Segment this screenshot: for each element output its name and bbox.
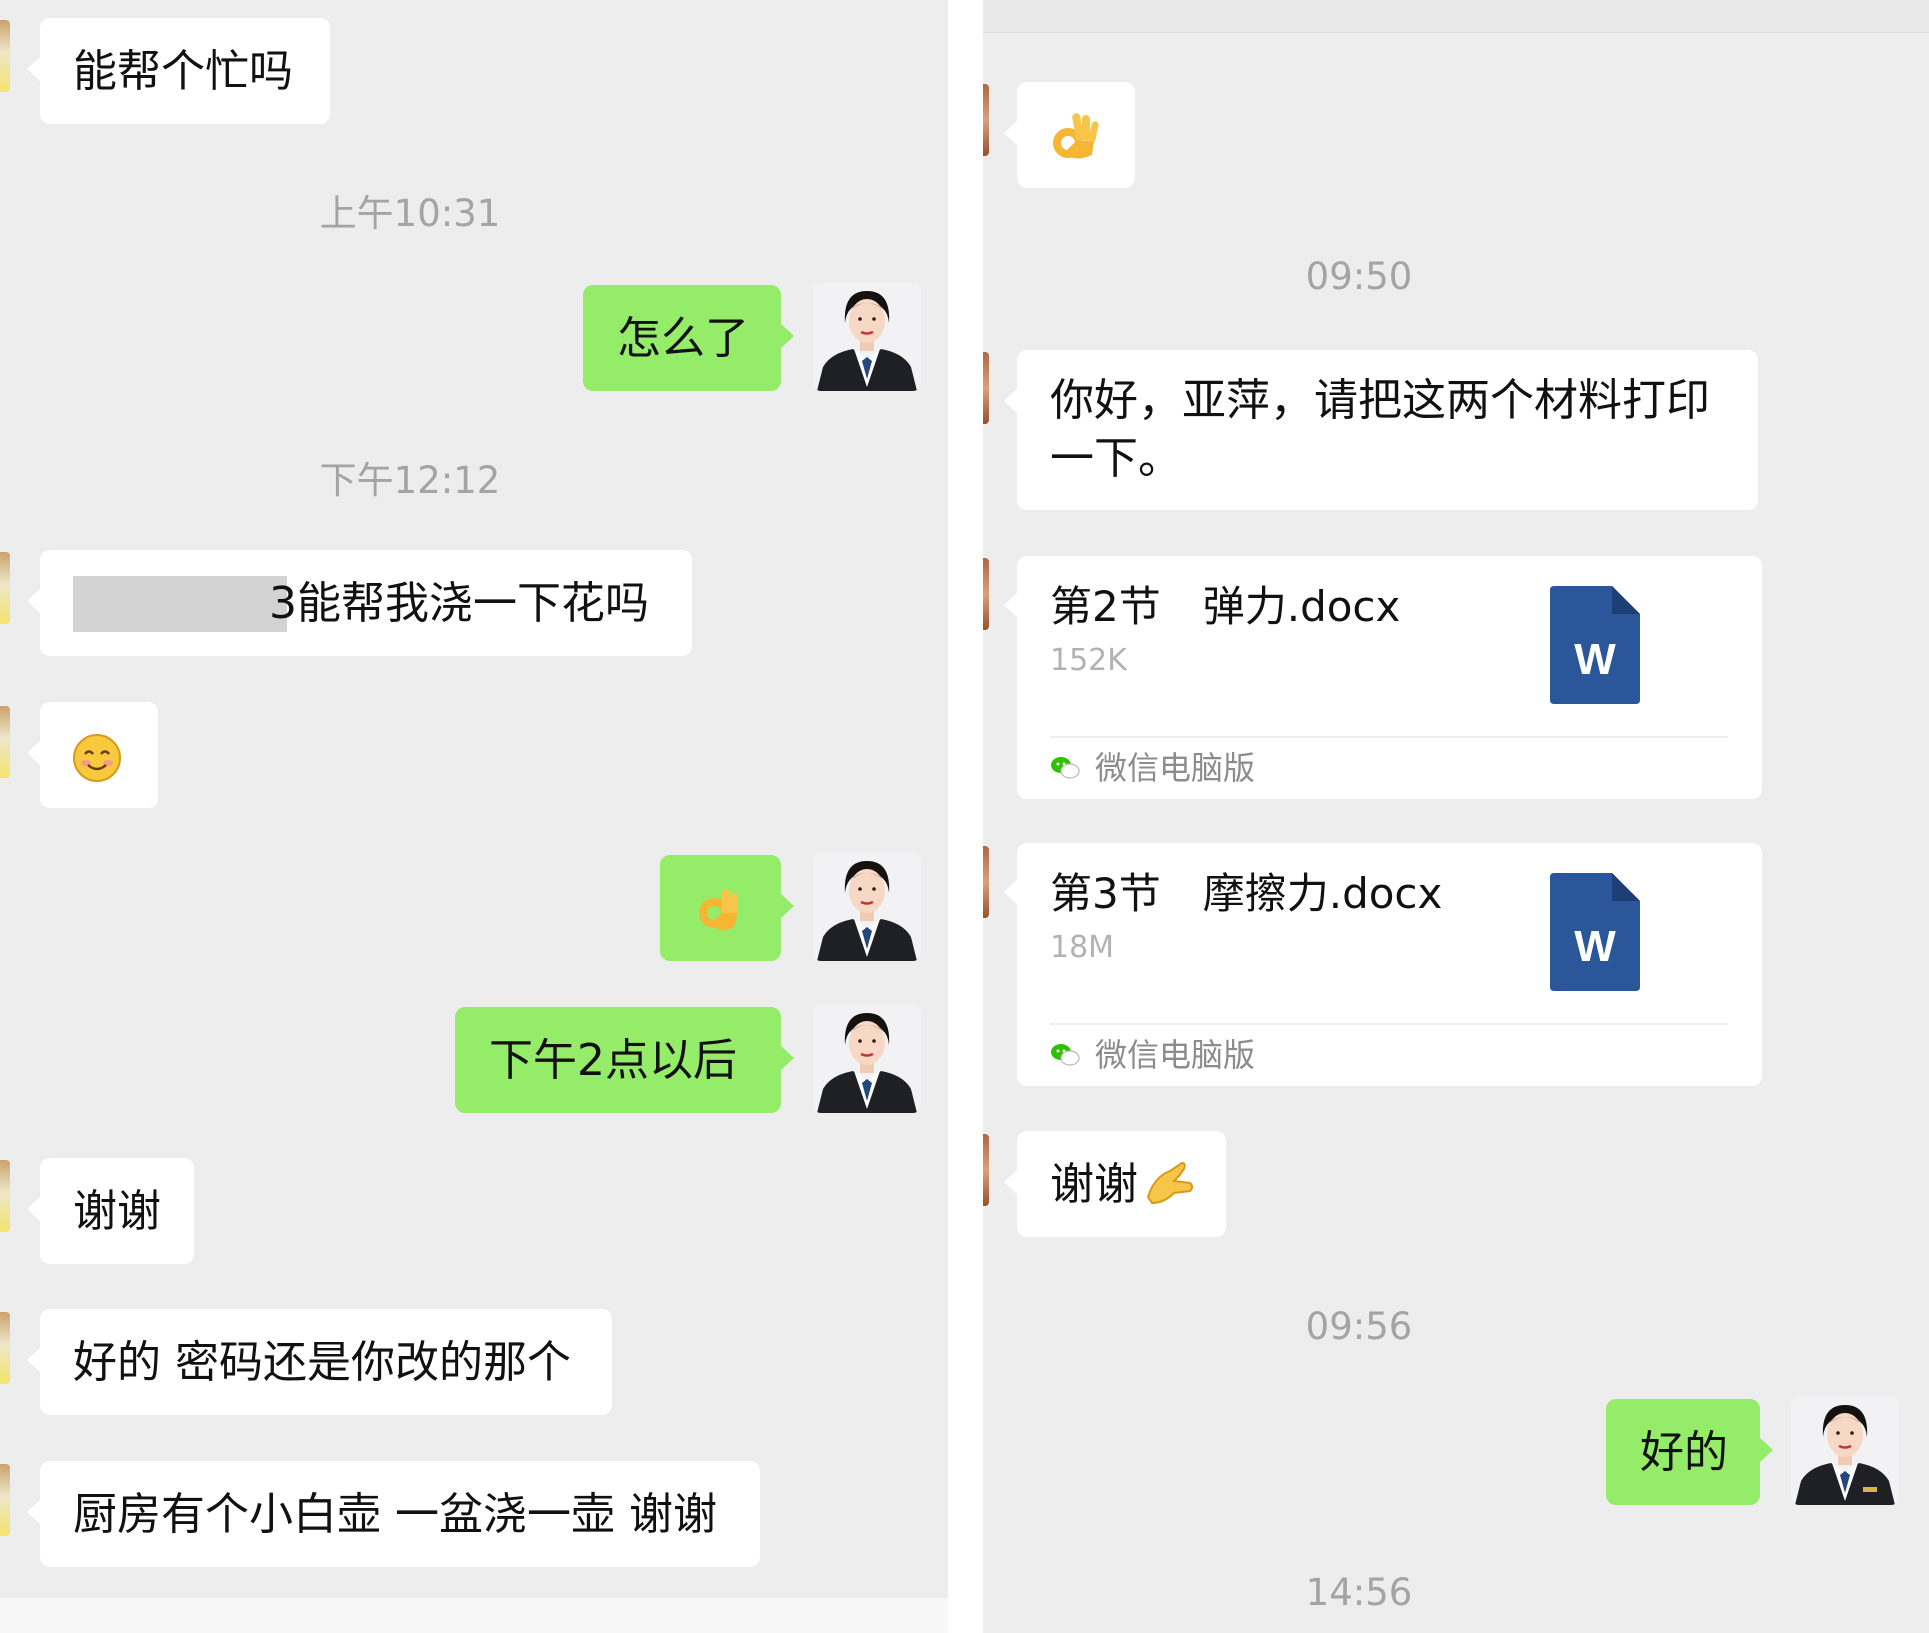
contact-avatar[interactable] — [0, 552, 10, 624]
file-source-label: 微信电脑版 — [1095, 749, 1256, 787]
file-source-label: 微信电脑版 — [1095, 1036, 1256, 1074]
message-text: 能帮个忙吗 — [73, 46, 293, 97]
smiling-face-emoji — [73, 734, 121, 782]
file-size: 152K — [1050, 643, 1127, 678]
person-portrait-icon — [813, 853, 921, 961]
message-text: 下午2点以后 — [489, 1035, 737, 1086]
timestamp: 下午12:12 — [319, 459, 501, 502]
file-message-card[interactable]: 第2节 弹力.docx 152K W 微信电脑版 — [1004, 556, 1762, 799]
word-file-icon: W — [1550, 873, 1640, 991]
file-name: 第3节 摩擦力.docx — [1050, 869, 1443, 918]
my-avatar[interactable] — [813, 853, 921, 961]
message-text: 厨房有个小白壶 一盆浇一壶 谢谢 — [73, 1489, 717, 1540]
file-message-card[interactable]: 第3节 摩擦力.docx 18M W 微信电脑版 — [1004, 843, 1762, 1086]
timestamp: 上午10:31 — [319, 192, 501, 235]
wechat-icon — [1051, 1044, 1080, 1066]
contact-avatar[interactable] — [0, 20, 10, 92]
message-bubble[interactable]: 厨房有个小白壶 一盆浇一壶 谢谢 — [27, 1461, 760, 1567]
ok-hand-emoji — [1053, 113, 1099, 159]
chat-panel-right[interactable]: 09:50 你好，亚萍，请把这两个材料打印一下。 第2节 弹力.docx 152… — [983, 0, 1929, 1633]
message-bubble[interactable] — [1004, 82, 1135, 188]
word-icon-letter: W — [1574, 922, 1616, 971]
message-text: 好的 密码还是你改的那个 — [73, 1337, 571, 1388]
message-bubble[interactable] — [27, 702, 158, 808]
top-bar-edge — [983, 0, 1929, 33]
timestamp: 09:56 — [1305, 1305, 1413, 1348]
panel-divider — [948, 0, 983, 1633]
divider — [1050, 1023, 1728, 1025]
timestamp: 14:56 — [1305, 1571, 1413, 1614]
message-bubble[interactable]: 好的 — [1606, 1399, 1773, 1505]
ok-hand-emoji — [1146, 1161, 1193, 1205]
file-size: 18M — [1050, 930, 1115, 965]
contact-avatar[interactable] — [983, 846, 989, 918]
message-bubble[interactable]: 下午2点以后 — [455, 1007, 794, 1113]
message-text: 你好，亚萍，请把这两个材料打印一下。 — [1050, 375, 1710, 484]
contact-avatar[interactable] — [0, 1160, 10, 1232]
divider — [1050, 736, 1728, 738]
message-text: 3能帮我浇一下花吗 — [269, 578, 649, 629]
contact-avatar[interactable] — [983, 352, 989, 424]
message-text: 谢谢 — [73, 1186, 161, 1237]
contact-avatar[interactable] — [0, 1464, 10, 1536]
chat-panel-left[interactable]: 能帮个忙吗 上午10:31 怎么了 下午12:12 3能帮我浇一下花吗 下午2点… — [0, 0, 948, 1633]
person-portrait-icon — [813, 283, 921, 391]
my-avatar[interactable] — [813, 1005, 921, 1113]
message-bubble[interactable] — [660, 855, 794, 961]
wechat-icon — [1051, 757, 1080, 779]
message-bubble[interactable]: 怎么了 — [583, 285, 794, 391]
my-avatar[interactable] — [813, 283, 921, 391]
message-bubble[interactable]: 能帮个忙吗 — [27, 18, 330, 124]
timestamp: 09:50 — [1305, 255, 1413, 298]
message-bubble[interactable]: 谢谢 — [27, 1158, 194, 1264]
contact-avatar[interactable] — [983, 558, 989, 630]
contact-avatar[interactable] — [0, 1312, 10, 1384]
word-icon-letter: W — [1574, 635, 1616, 684]
redacted-name — [73, 576, 287, 632]
message-bubble[interactable]: 好的 密码还是你改的那个 — [27, 1309, 612, 1415]
message-bubble[interactable]: 谢谢 — [1004, 1131, 1226, 1237]
message-bubble[interactable]: 3能帮我浇一下花吗 — [27, 550, 692, 656]
word-file-icon: W — [1550, 586, 1640, 704]
input-bar-edge — [0, 1598, 948, 1633]
message-text: 好的 — [1640, 1427, 1728, 1478]
message-text: 怎么了 — [617, 313, 749, 364]
file-name: 第2节 弹力.docx — [1050, 582, 1401, 631]
message-text: 谢谢 — [1050, 1159, 1138, 1210]
contact-avatar[interactable] — [983, 84, 989, 156]
person-portrait-icon — [1791, 1397, 1899, 1505]
my-avatar[interactable] — [1791, 1397, 1899, 1505]
ok-hand-emoji — [699, 889, 738, 931]
contact-avatar[interactable] — [0, 706, 10, 778]
contact-avatar[interactable] — [983, 1134, 989, 1206]
message-bubble[interactable]: 你好，亚萍，请把这两个材料打印一下。 — [1004, 350, 1758, 510]
person-portrait-icon — [813, 1005, 921, 1113]
